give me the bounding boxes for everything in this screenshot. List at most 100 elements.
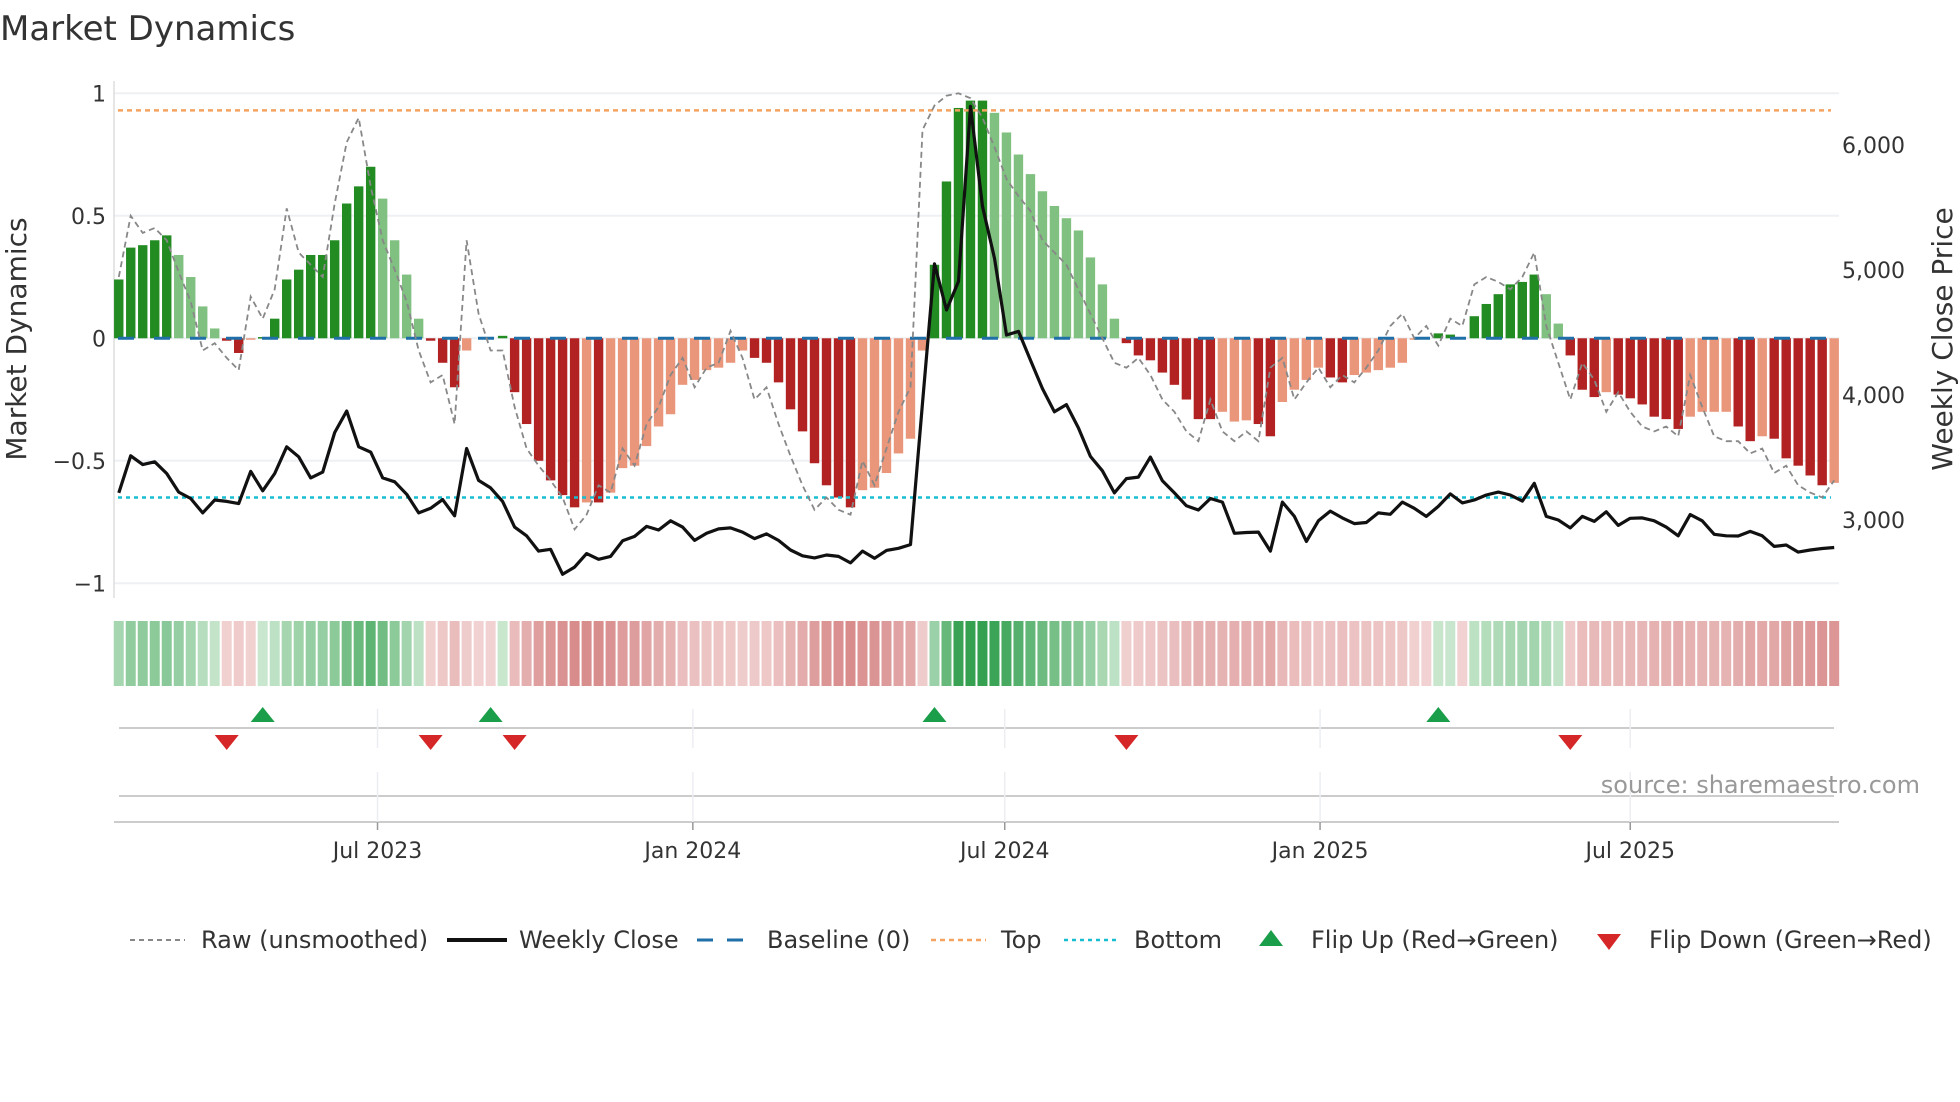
heat-cell <box>1409 621 1420 686</box>
dynamics-bar <box>641 338 652 447</box>
heat-cell <box>1361 621 1372 686</box>
heat-cell <box>869 621 880 686</box>
heat-cell <box>1637 621 1648 686</box>
x-ticks: Jul 2023 Jan 2024 Jul 2024 Jan 2025 Jul 2025 <box>331 709 1675 864</box>
heat-cell <box>1769 621 1780 686</box>
heat-cell <box>689 621 700 686</box>
heat-cell <box>365 621 376 686</box>
heat-cell <box>857 621 868 686</box>
dynamics-bar <box>509 338 520 393</box>
heat-cell <box>1481 621 1492 686</box>
heat-cell <box>473 621 484 686</box>
dynamics-bar <box>605 338 616 493</box>
flip-panel <box>114 707 1839 823</box>
heat-cell <box>1673 621 1684 686</box>
heat-cell <box>629 621 640 686</box>
dynamics-bar <box>1529 274 1539 339</box>
heat-cell <box>1721 621 1732 686</box>
dynamics-bar <box>1157 338 1168 373</box>
triangle-up-icon <box>1259 930 1283 946</box>
heat-cell <box>737 621 748 686</box>
dynamics-bar <box>1721 338 1731 412</box>
dynamics-bar <box>773 338 784 383</box>
heat-cell <box>1733 621 1744 686</box>
heat-cell <box>593 621 604 686</box>
heat-cell <box>1745 621 1756 686</box>
y2-tick-label: 6,000 <box>1842 134 1905 159</box>
dynamics-bar <box>581 338 592 503</box>
heat-cell <box>1817 621 1828 686</box>
dynamics-bar <box>1169 338 1180 385</box>
dynamics-bar <box>1697 338 1707 412</box>
dynamics-bar <box>797 338 808 432</box>
heat-cell <box>749 621 760 686</box>
legend-item-baseline[interactable]: Baseline (0) <box>697 926 910 954</box>
heat-cell <box>149 621 160 686</box>
market-dynamics-chart: Market Dynamics 1 0.5 0 −0.5 −1 6,000 5,000 4,… <box>0 9 1959 954</box>
dynamics-bar <box>293 269 304 339</box>
legend-label: Flip Down (Green→Red) <box>1649 926 1932 954</box>
heat-cell <box>1145 621 1156 686</box>
dynamics-bar <box>1253 338 1264 425</box>
dynamics-bar <box>905 338 916 439</box>
heat-cell <box>1373 621 1384 686</box>
legend-item-bottom[interactable]: Bottom <box>1064 926 1222 954</box>
dynamics-bar <box>1745 338 1755 442</box>
dynamics-bar <box>1805 338 1815 476</box>
heat-cell <box>401 621 412 686</box>
dynamics-bar <box>1493 294 1503 339</box>
dynamics-bar <box>1397 338 1408 363</box>
legend-item-raw[interactable]: Raw (unsmoothed) <box>130 926 428 954</box>
heat-strip <box>113 621 1840 686</box>
heat-cell <box>485 621 496 686</box>
heat-cell <box>965 621 976 686</box>
heat-cell <box>545 621 556 686</box>
legend-label: Top <box>1000 926 1042 954</box>
heat-cell <box>905 621 916 686</box>
y-tick-label: −1 <box>74 572 106 597</box>
heat-cell <box>1217 621 1228 686</box>
heat-cell <box>653 621 664 686</box>
legend-item-flip-up[interactable]: Flip Up (Red→Green) <box>1259 926 1559 954</box>
dynamics-bar <box>1325 338 1336 378</box>
heat-cell <box>773 621 784 686</box>
heat-cell <box>941 621 952 686</box>
heat-cell <box>1421 621 1432 686</box>
dynamics-bar <box>1133 338 1144 356</box>
heat-cell <box>1049 621 1060 686</box>
dynamics-bar <box>389 240 400 339</box>
right-y-ticks: 6,000 5,000 4,000 3,000 <box>1842 134 1905 534</box>
dynamics-bar <box>1793 338 1803 466</box>
heat-cell <box>1565 621 1576 686</box>
chart-title: Market Dynamics <box>0 9 295 49</box>
left-axis-title: Market Dynamics <box>0 217 33 460</box>
dynamics-bar <box>281 279 292 339</box>
heat-cell <box>1277 621 1288 686</box>
dynamics-bar <box>1769 338 1779 439</box>
dynamics-bar <box>1241 338 1252 421</box>
heat-cell <box>497 621 508 686</box>
heat-cell <box>1805 621 1816 686</box>
flip-down-marker <box>1114 735 1139 750</box>
heat-cell <box>701 621 712 686</box>
dynamics-bar <box>1085 257 1096 339</box>
legend-item-close[interactable]: Weekly Close <box>447 926 679 954</box>
heat-cell <box>1037 621 1048 686</box>
dynamics-bar <box>1301 338 1312 380</box>
y-tick-label: 1 <box>92 82 106 107</box>
heat-cell <box>917 621 928 686</box>
dynamics-bar <box>1277 338 1288 402</box>
heat-cell <box>929 621 940 686</box>
heat-cell <box>1685 621 1696 686</box>
heat-cell <box>317 621 328 686</box>
legend-item-flip-down[interactable]: Flip Down (Green→Red) <box>1597 926 1932 954</box>
legend-label: Flip Up (Red→Green) <box>1311 926 1559 954</box>
legend-item-top[interactable]: Top <box>931 926 1042 954</box>
y2-tick-label: 5,000 <box>1842 259 1905 284</box>
heat-cell <box>797 621 808 686</box>
legend-label: Baseline (0) <box>767 926 910 954</box>
heat-cell <box>1289 621 1300 686</box>
dynamics-bar <box>305 254 316 339</box>
dynamics-bar <box>1625 338 1635 399</box>
heat-cell <box>113 621 124 686</box>
